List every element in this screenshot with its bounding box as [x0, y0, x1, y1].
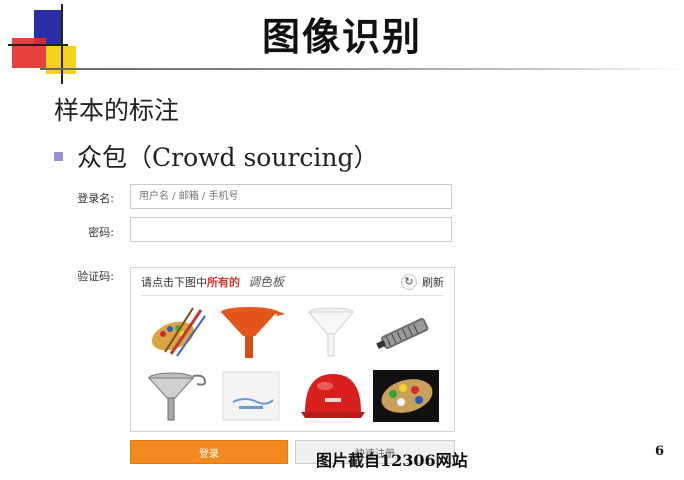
- password-input[interactable]: [130, 217, 452, 242]
- towel-icon: [222, 371, 280, 421]
- electric-heater-icon: [376, 318, 429, 350]
- slide-subtitle: 样本的标注: [54, 96, 180, 125]
- captcha-image-paint-palette[interactable]: [371, 368, 441, 424]
- captcha-image-steel-funnel[interactable]: [143, 368, 213, 424]
- username-input[interactable]: [130, 184, 452, 209]
- captcha-image-orange-funnel[interactable]: [217, 304, 287, 360]
- bullet-item: 众包（Crowd sourcing）: [54, 138, 379, 174]
- bullet-square-icon: [54, 151, 63, 161]
- password-label: 密码:: [88, 226, 114, 239]
- captcha-image-towel[interactable]: [217, 368, 287, 424]
- captcha-header: 请点击下图中 所有的 调色板 ↻ 刷新: [141, 268, 444, 296]
- captcha-prompt-highlight: 所有的: [207, 275, 240, 289]
- red-helmet-icon: [301, 374, 365, 418]
- username-label: 登录名:: [77, 192, 114, 205]
- captcha-label: 验证码:: [77, 270, 114, 283]
- captcha-image-electric-heater[interactable]: [371, 304, 441, 360]
- refresh-label: 刷新: [422, 275, 444, 289]
- orange-funnel-icon: [221, 307, 285, 358]
- steel-funnel-icon: [147, 372, 207, 421]
- captcha-image-red-helmet[interactable]: [297, 368, 367, 424]
- paint-palette-icon: [373, 370, 439, 422]
- login-button[interactable]: 登录: [130, 440, 288, 464]
- captcha-panel: 请点击下图中 所有的 调色板 ↻ 刷新: [130, 267, 455, 432]
- page-number: 6: [654, 444, 664, 459]
- refresh-icon: ↻: [401, 273, 417, 290]
- captcha-image-palette-brushes[interactable]: [143, 304, 213, 360]
- slide-title: 图像识别: [261, 15, 422, 59]
- captcha-prompt: 请点击下图中: [141, 275, 207, 289]
- title-divider: [40, 68, 684, 70]
- image-caption: 图片截自12306网站: [316, 451, 468, 470]
- palette-brushes-icon: [151, 307, 206, 357]
- captcha-target: 调色板: [248, 275, 285, 289]
- captcha-image-white-funnel[interactable]: [297, 304, 367, 360]
- white-funnel-icon: [307, 307, 355, 357]
- bullet-text: 众包（Crowd sourcing）: [77, 143, 379, 172]
- captcha-refresh-button[interactable]: ↻ 刷新: [401, 273, 444, 290]
